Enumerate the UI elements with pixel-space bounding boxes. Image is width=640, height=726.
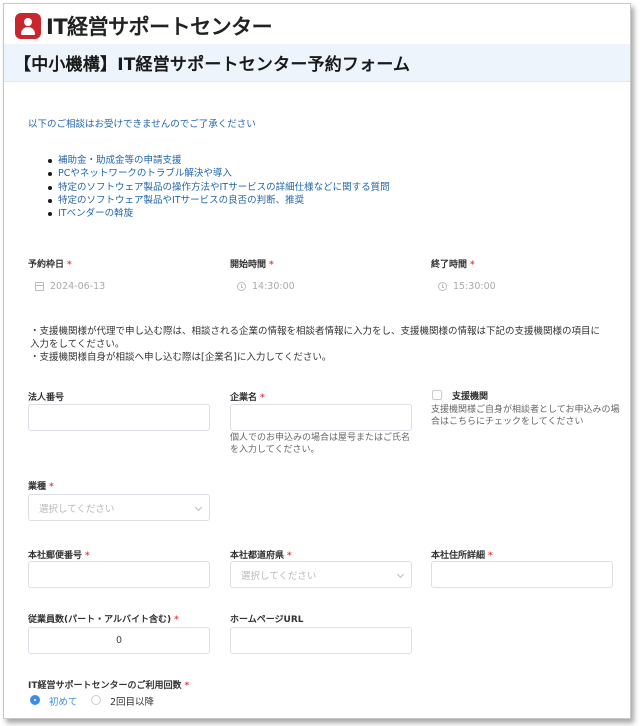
address-label: 本社住所詳細 * [431,551,493,561]
person-icon [15,13,41,39]
list-item: PCやネットワークのトラブル解決や導入 [48,167,390,180]
page-title: 【中小機構】IT経営サポートセンター予約フォーム [14,55,411,75]
usage-option-first[interactable]: 初めて [49,694,78,708]
clock-icon [237,282,246,291]
company-input[interactable] [230,404,412,431]
title-bar: 【中小機構】IT経営サポートセンター予約フォーム [4,44,630,82]
company-help: 個人でのお申込みの場合は屋号またはご氏名を入力してください。 [230,433,411,455]
zip-label: 本社郵便番号 * [28,551,90,561]
industry-label: 業種 * [28,482,54,492]
end-time-field: 15:30:00 [438,281,496,292]
corp-number-label: 法人番号 [28,393,65,403]
list-item: 補助金・助成金等の申請支援 [48,154,390,167]
prefecture-select[interactable]: 選択してください [230,561,412,588]
address-input[interactable] [431,561,613,588]
employees-label: 従業員数(パート・アルバイト含む) * [28,615,179,625]
usage-radio-first[interactable] [30,695,40,705]
notice-text: 以下のご相談はお受けできませんのでご了承ください [28,119,256,130]
corp-number-input[interactable] [28,404,210,431]
support-org-label: 支援機関 [452,392,489,402]
date-label: 予約枠日 * [28,260,72,270]
company-label: 企業名 * [230,393,265,403]
homepage-label: ホームページURL [230,615,304,625]
zip-input[interactable] [28,561,210,588]
clock-icon [438,282,447,291]
usage-option-repeat[interactable]: 2回目以降 [110,694,154,708]
date-field: 2024-06-13 [35,281,105,292]
site-logo[interactable]: IT経営サポートセンター [15,12,273,40]
industry-select[interactable]: 選択してください [28,494,210,521]
usage-label: IT経営サポートセンターのご利用回数 * [28,681,190,691]
form-content: 以下のご相談はお受けできませんのでご了承ください 補助金・助成金等の申請支援 P… [4,82,630,718]
end-time-label: 終了時間 * [431,260,475,270]
list-item: ITベンダーの斡旋 [48,207,390,220]
page-frame: IT経営サポートセンター 【中小機構】IT経営サポートセンター予約フォーム 以下… [3,3,631,719]
start-time-field: 14:30:00 [237,281,295,292]
support-org-checkbox[interactable] [432,390,442,400]
homepage-input[interactable] [230,627,412,654]
list-item: 特定のソフトウェア製品やITサービスの良否の判断、推奨 [48,194,390,207]
support-org-help: 支援機関様ご自身が相談者としてお申込みの場合はこちらにチェックをしてください [431,405,620,427]
instruction-line-1: ・支援機関様が代理で申し込む際は、相談される企業の情報を相談者情報に入力をし、支… [30,326,601,350]
excluded-list: 補助金・助成金等の申請支援 PCやネットワークのトラブル解決や導入 特定のソフト… [48,154,390,220]
start-time-label: 開始時間 * [230,260,274,270]
instruction-line-2: ・支援機関様自身が相談へ申し込む際は[企業名]に入力してください。 [30,352,332,363]
calendar-icon [35,282,44,291]
prefecture-label: 本社都道府県 * [230,551,292,561]
list-item: 特定のソフトウェア製品の操作方法やITサービスの詳細仕様などに関する質問 [48,181,390,194]
usage-radio-repeat[interactable] [91,695,101,705]
chevron-down-icon [194,503,203,512]
employees-input[interactable]: 0 [28,627,210,654]
chevron-down-icon [396,570,405,579]
logo-text: IT経営サポートセンター [46,15,273,39]
